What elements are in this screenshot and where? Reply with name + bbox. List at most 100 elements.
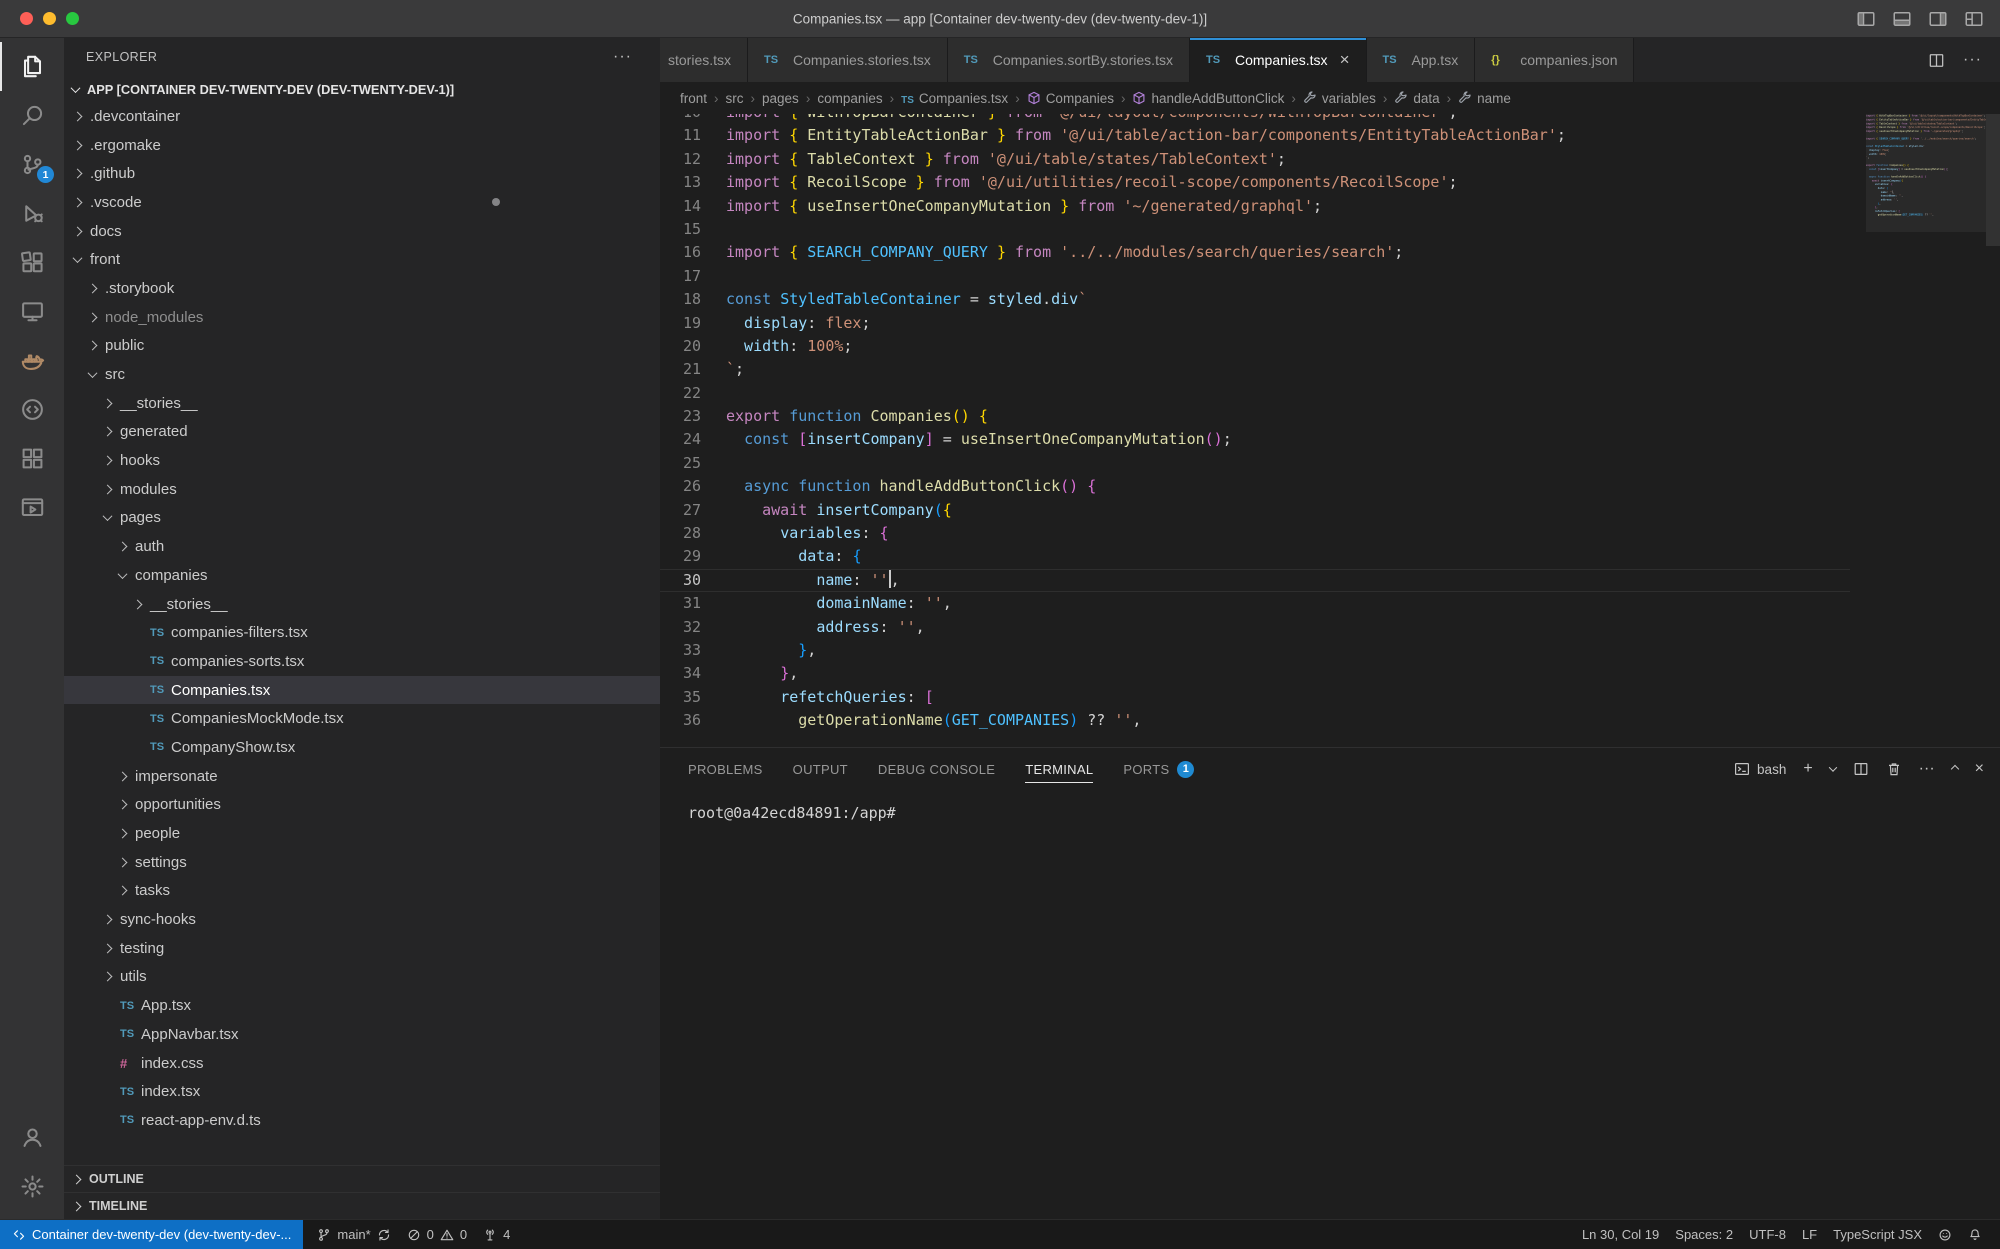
panel-more-actions-button[interactable]: ··· (1919, 760, 1935, 778)
status-forwarded-ports[interactable]: 4 (475, 1220, 518, 1249)
tree-item-App.tsx[interactable]: TSApp.tsx (64, 991, 660, 1020)
scrollbar-slider[interactable] (1986, 114, 2000, 246)
activity-item-extensions[interactable] (0, 238, 64, 287)
tree-item-node_modules[interactable]: node_modules (64, 303, 660, 332)
tree-item-sync-hooks[interactable]: sync-hooks (64, 905, 660, 934)
terminal-prompt[interactable]: root@0a42ecd84891:/app# (688, 804, 2000, 822)
breadcrumb-item-data[interactable]: data (1394, 91, 1439, 106)
split-editor-icon[interactable] (1928, 52, 1945, 69)
editor-more-actions-button[interactable]: ··· (1963, 51, 1982, 69)
tree-item-pages[interactable]: pages (64, 504, 660, 533)
status-encoding[interactable]: UTF-8 (1741, 1220, 1794, 1249)
minimap[interactable]: 10import { WithTopBarContainer } from '@… (1866, 114, 1986, 747)
tree-item-CompanyShow.tsx[interactable]: TSCompanyShow.tsx (64, 733, 660, 762)
status-problems[interactable]: 00 (399, 1220, 475, 1249)
breadcrumb-item-name[interactable]: name (1458, 91, 1511, 106)
toggle-panel-icon[interactable] (1892, 9, 1912, 29)
tree-item-index.css[interactable]: #index.css (64, 1049, 660, 1078)
tree-item-.devcontainer[interactable]: .devcontainer (64, 102, 660, 131)
breadcrumb-item-variables[interactable]: variables (1303, 91, 1376, 106)
tree-item-.storybook[interactable]: .storybook (64, 274, 660, 303)
tree-item-front[interactable]: front (64, 245, 660, 274)
tab-Companies.stories.tsx[interactable]: TSCompanies.stories.tsx (748, 38, 948, 82)
minimize-window-button[interactable] (43, 12, 56, 25)
terminal[interactable]: root@0a42ecd84891:/app# (660, 790, 2000, 1219)
tree-item-src[interactable]: src (64, 360, 660, 389)
status-indentation[interactable]: Spaces: 2 (1667, 1220, 1741, 1249)
tab-App.tsx[interactable]: TSApp.tsx (1367, 38, 1476, 82)
panel-tab-output[interactable]: OUTPUT (793, 748, 848, 790)
toggle-secondary-sidebar-icon[interactable] (1928, 9, 1948, 29)
tree-item-generated[interactable]: generated (64, 418, 660, 447)
tree-item-people[interactable]: people (64, 819, 660, 848)
status-feedback[interactable] (1930, 1220, 1960, 1249)
status-cursor-position[interactable]: Ln 30, Col 19 (1574, 1220, 1667, 1249)
tree-item-Companies.tsx[interactable]: TSCompanies.tsx (64, 676, 660, 705)
close-panel-icon[interactable]: × (1975, 760, 1984, 778)
explorer-more-actions-button[interactable]: ··· (613, 48, 632, 66)
tab-Companies.sortBy.stories.tsx[interactable]: TSCompanies.sortBy.stories.tsx (948, 38, 1190, 82)
activity-item-accounts[interactable] (0, 1113, 64, 1162)
terminal-dropdown-icon[interactable] (1828, 763, 1836, 771)
panel-tab-ports[interactable]: PORTS1 (1123, 748, 1194, 790)
close-window-button[interactable] (20, 12, 33, 25)
activity-item-source-control[interactable]: 1 (0, 140, 64, 189)
breadcrumb-item-companies[interactable]: companies (817, 91, 882, 106)
tree-item-index.tsx[interactable]: TSindex.tsx (64, 1077, 660, 1106)
outline-section-header[interactable]: OUTLINE (64, 1165, 660, 1192)
status-notifications[interactable] (1960, 1220, 1990, 1249)
tab-companies.json[interactable]: {}companies.json (1475, 38, 1634, 82)
customize-layout-icon[interactable] (1964, 9, 1984, 29)
tree-item-hooks[interactable]: hooks (64, 446, 660, 475)
tree-item-tasks[interactable]: tasks (64, 877, 660, 906)
activity-item-settings[interactable] (0, 1162, 64, 1211)
breadcrumb-item-front[interactable]: front (680, 91, 707, 106)
tree-item-.vscode[interactable]: .vscode (64, 188, 660, 217)
tree-item-__stories__[interactable]: __stories__ (64, 590, 660, 619)
tree-item-utils[interactable]: utils (64, 963, 660, 992)
timeline-section-header[interactable]: TIMELINE (64, 1192, 660, 1219)
tree-item-companies-sorts.tsx[interactable]: TScompanies-sorts.tsx (64, 647, 660, 676)
scrollbar[interactable] (1986, 114, 2000, 747)
tree-item-public[interactable]: public (64, 332, 660, 361)
maximize-panel-icon[interactable] (1950, 765, 1958, 773)
tree-item-impersonate[interactable]: impersonate (64, 762, 660, 791)
tree-item-companies-filters.tsx[interactable]: TScompanies-filters.tsx (64, 618, 660, 647)
breadcrumb-item-Companies[interactable]: Companies (1027, 91, 1114, 106)
status-language-mode[interactable]: TypeScript JSX (1825, 1220, 1930, 1249)
tree-item-opportunities[interactable]: opportunities (64, 791, 660, 820)
panel-tab-terminal[interactable]: TERMINAL (1025, 748, 1093, 790)
breadcrumb-item-pages[interactable]: pages (762, 91, 799, 106)
workspace-section-header[interactable]: APP [CONTAINER DEV-TWENTY-DEV (DEV-TWENT… (64, 76, 660, 102)
tree-item-companies[interactable]: companies (64, 561, 660, 590)
editor[interactable]: 10import { WithTopBarContainer } from '@… (660, 114, 2000, 747)
tree-item-settings[interactable]: settings (64, 848, 660, 877)
tree-item-__stories__[interactable]: __stories__ (64, 389, 660, 418)
tree-item-.github[interactable]: .github (64, 159, 660, 188)
tree-item-auth[interactable]: auth (64, 532, 660, 561)
tree-item-react-app-env.d.ts[interactable]: TSreact-app-env.d.ts (64, 1106, 660, 1135)
tab-Companies.tsx[interactable]: TSCompanies.tsx× (1190, 38, 1367, 82)
tree-item-testing[interactable]: testing (64, 934, 660, 963)
activity-item-docker[interactable] (0, 336, 64, 385)
panel-tab-problems[interactable]: PROBLEMS (688, 748, 763, 790)
split-terminal-icon[interactable] (1853, 761, 1869, 777)
zoom-window-button[interactable] (66, 12, 79, 25)
status-eol[interactable]: LF (1794, 1220, 1825, 1249)
activity-item-search[interactable] (0, 91, 64, 140)
tree-item-modules[interactable]: modules (64, 475, 660, 504)
activity-item-explorer[interactable] (0, 42, 64, 91)
activity-item-run-and-debug[interactable] (0, 189, 64, 238)
panel-tab-debug-console[interactable]: DEBUG CONSOLE (878, 748, 995, 790)
toggle-sidebar-icon[interactable] (1856, 9, 1876, 29)
activity-item-live-preview[interactable] (0, 483, 64, 532)
status-remote-indicator[interactable]: Container dev-twenty-dev (dev-twenty-dev… (0, 1220, 303, 1249)
breadcrumb-item-Companies.tsx[interactable]: TSCompanies.tsx (901, 91, 1008, 106)
activity-item-test-explorer[interactable] (0, 434, 64, 483)
activity-item-remote-explorer[interactable] (0, 287, 64, 336)
breadcrumb-item-handleAddButtonClick[interactable]: handleAddButtonClick (1132, 91, 1284, 106)
breadcrumb-item-src[interactable]: src (726, 91, 744, 106)
status-git-branch[interactable]: main* (309, 1220, 398, 1249)
tree-item-docs[interactable]: docs (64, 217, 660, 246)
tab-stories.tsx[interactable]: stories.tsx (660, 38, 748, 82)
